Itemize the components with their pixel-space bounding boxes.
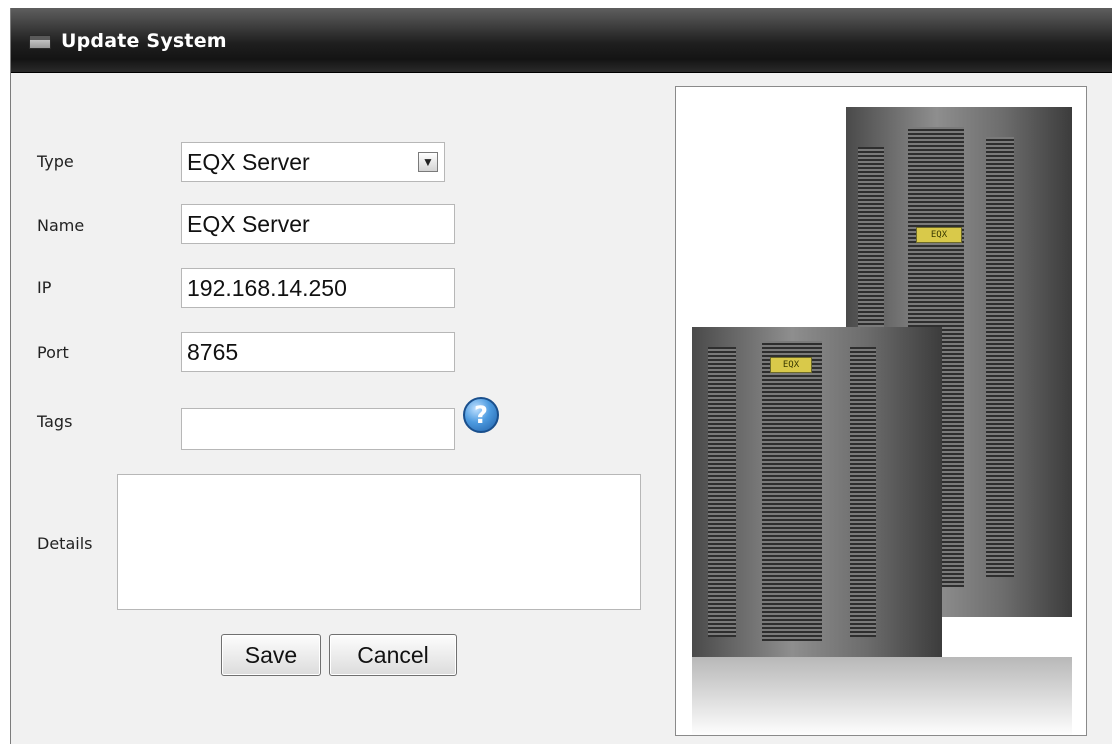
details-label: Details (37, 534, 93, 553)
chevron-down-icon[interactable]: ▼ (418, 152, 438, 172)
type-select[interactable]: EQX Server ▼ (181, 142, 445, 182)
ip-input[interactable]: 192.168.14.250 (181, 268, 455, 308)
save-button[interactable]: Save (221, 634, 321, 676)
server-product-image: EQX EQX (675, 86, 1087, 736)
server-badge-large: EQX (916, 227, 962, 243)
type-select-value: EQX Server (187, 149, 310, 175)
window-title: Update System (61, 30, 227, 52)
port-input[interactable]: 8765 (181, 332, 455, 372)
floor-reflection (692, 657, 1072, 735)
type-label: Type (37, 152, 74, 171)
tags-label: Tags (37, 412, 73, 431)
help-question-icon[interactable]: ? (463, 397, 499, 433)
server-vent (850, 347, 876, 637)
port-label: Port (37, 343, 69, 362)
server-badge-small: EQX (770, 357, 812, 373)
details-textarea[interactable] (117, 474, 641, 610)
tags-input[interactable] (181, 408, 455, 450)
ip-label: IP (37, 278, 52, 297)
update-system-window: Update System Type EQX Server ▼ Name EQX… (10, 8, 1112, 744)
cancel-button[interactable]: Cancel (329, 634, 457, 676)
server-rack-small: EQX (692, 327, 942, 657)
name-label: Name (37, 216, 85, 235)
name-input[interactable]: EQX Server (181, 204, 455, 244)
server-vent (986, 137, 1014, 577)
title-bar: Update System (11, 8, 1112, 73)
window-icon (29, 35, 51, 49)
server-vent (708, 347, 736, 637)
server-vent (762, 341, 822, 641)
